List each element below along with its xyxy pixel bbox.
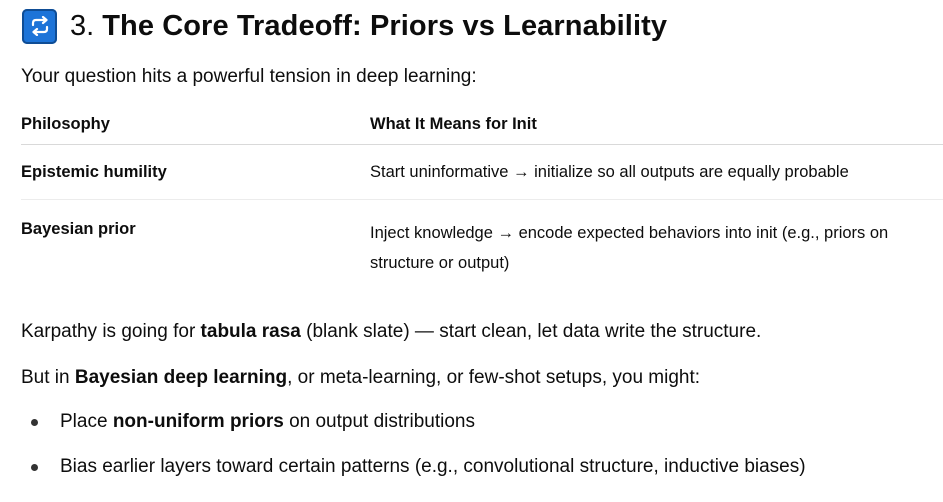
bullet-icon [31, 419, 38, 426]
paragraph-tabula-rasa: Karpathy is going for tabula rasa (blank… [21, 321, 761, 343]
section-number: 3. [70, 9, 95, 42]
paragraph-text: But in [21, 367, 75, 388]
repeat-arrows-icon [22, 8, 57, 44]
table-header-row: Philosophy What It Means for Init [21, 104, 943, 145]
emphasis-text: Bayesian deep learning [74, 367, 288, 388]
intro-text: Your question hits a powerful tension in… [21, 66, 477, 87]
list-item: Place non-uniform priors on output distr… [21, 411, 806, 456]
paragraph-text: , or meta-learning, or few-shot setups, … [287, 367, 701, 388]
list-item-text: Place [60, 411, 113, 432]
emphasis-text: tabula rasa [200, 321, 301, 342]
table-row: Bayesian prior Inject knowledge → encode… [21, 200, 943, 279]
section-heading: 3. The Core Tradeoff: Priors vs Learnabi… [22, 6, 667, 46]
column-header-meaning: What It Means for Init [370, 104, 943, 145]
meaning-cell: Inject knowledge → encode expected behav… [370, 224, 889, 272]
column-header-philosophy: Philosophy [21, 104, 370, 145]
paragraph-text: Karpathy is going for [21, 321, 201, 342]
list-item-text: Bias earlier layers toward certain patte… [60, 456, 806, 477]
emphasis-text: non-uniform priors [112, 411, 284, 432]
bullet-icon [31, 464, 38, 471]
list-item-text: on output distributions [283, 411, 475, 432]
tradeoff-table: Philosophy What It Means for Init Episte… [21, 104, 943, 278]
bullet-list: Place non-uniform priors on output distr… [21, 411, 806, 501]
paragraph-text: (blank slate) — start clean, let data wr… [300, 321, 762, 342]
paragraph-bayesian: But in Bayesian deep learning, or meta-l… [21, 367, 700, 389]
section-title: The Core Tradeoff: Priors vs Learnabilit… [102, 9, 668, 42]
table-row: Epistemic humility Start uninformative →… [21, 144, 943, 200]
document: 3. The Core Tradeoff: Priors vs Learnabi… [0, 0, 943, 502]
philosophy-cell: Epistemic humility [21, 144, 370, 200]
list-item: Bias earlier layers toward certain patte… [21, 456, 806, 501]
philosophy-cell: Bayesian prior [21, 220, 136, 238]
meaning-cell: Start uninformative → initialize so all … [370, 144, 943, 200]
